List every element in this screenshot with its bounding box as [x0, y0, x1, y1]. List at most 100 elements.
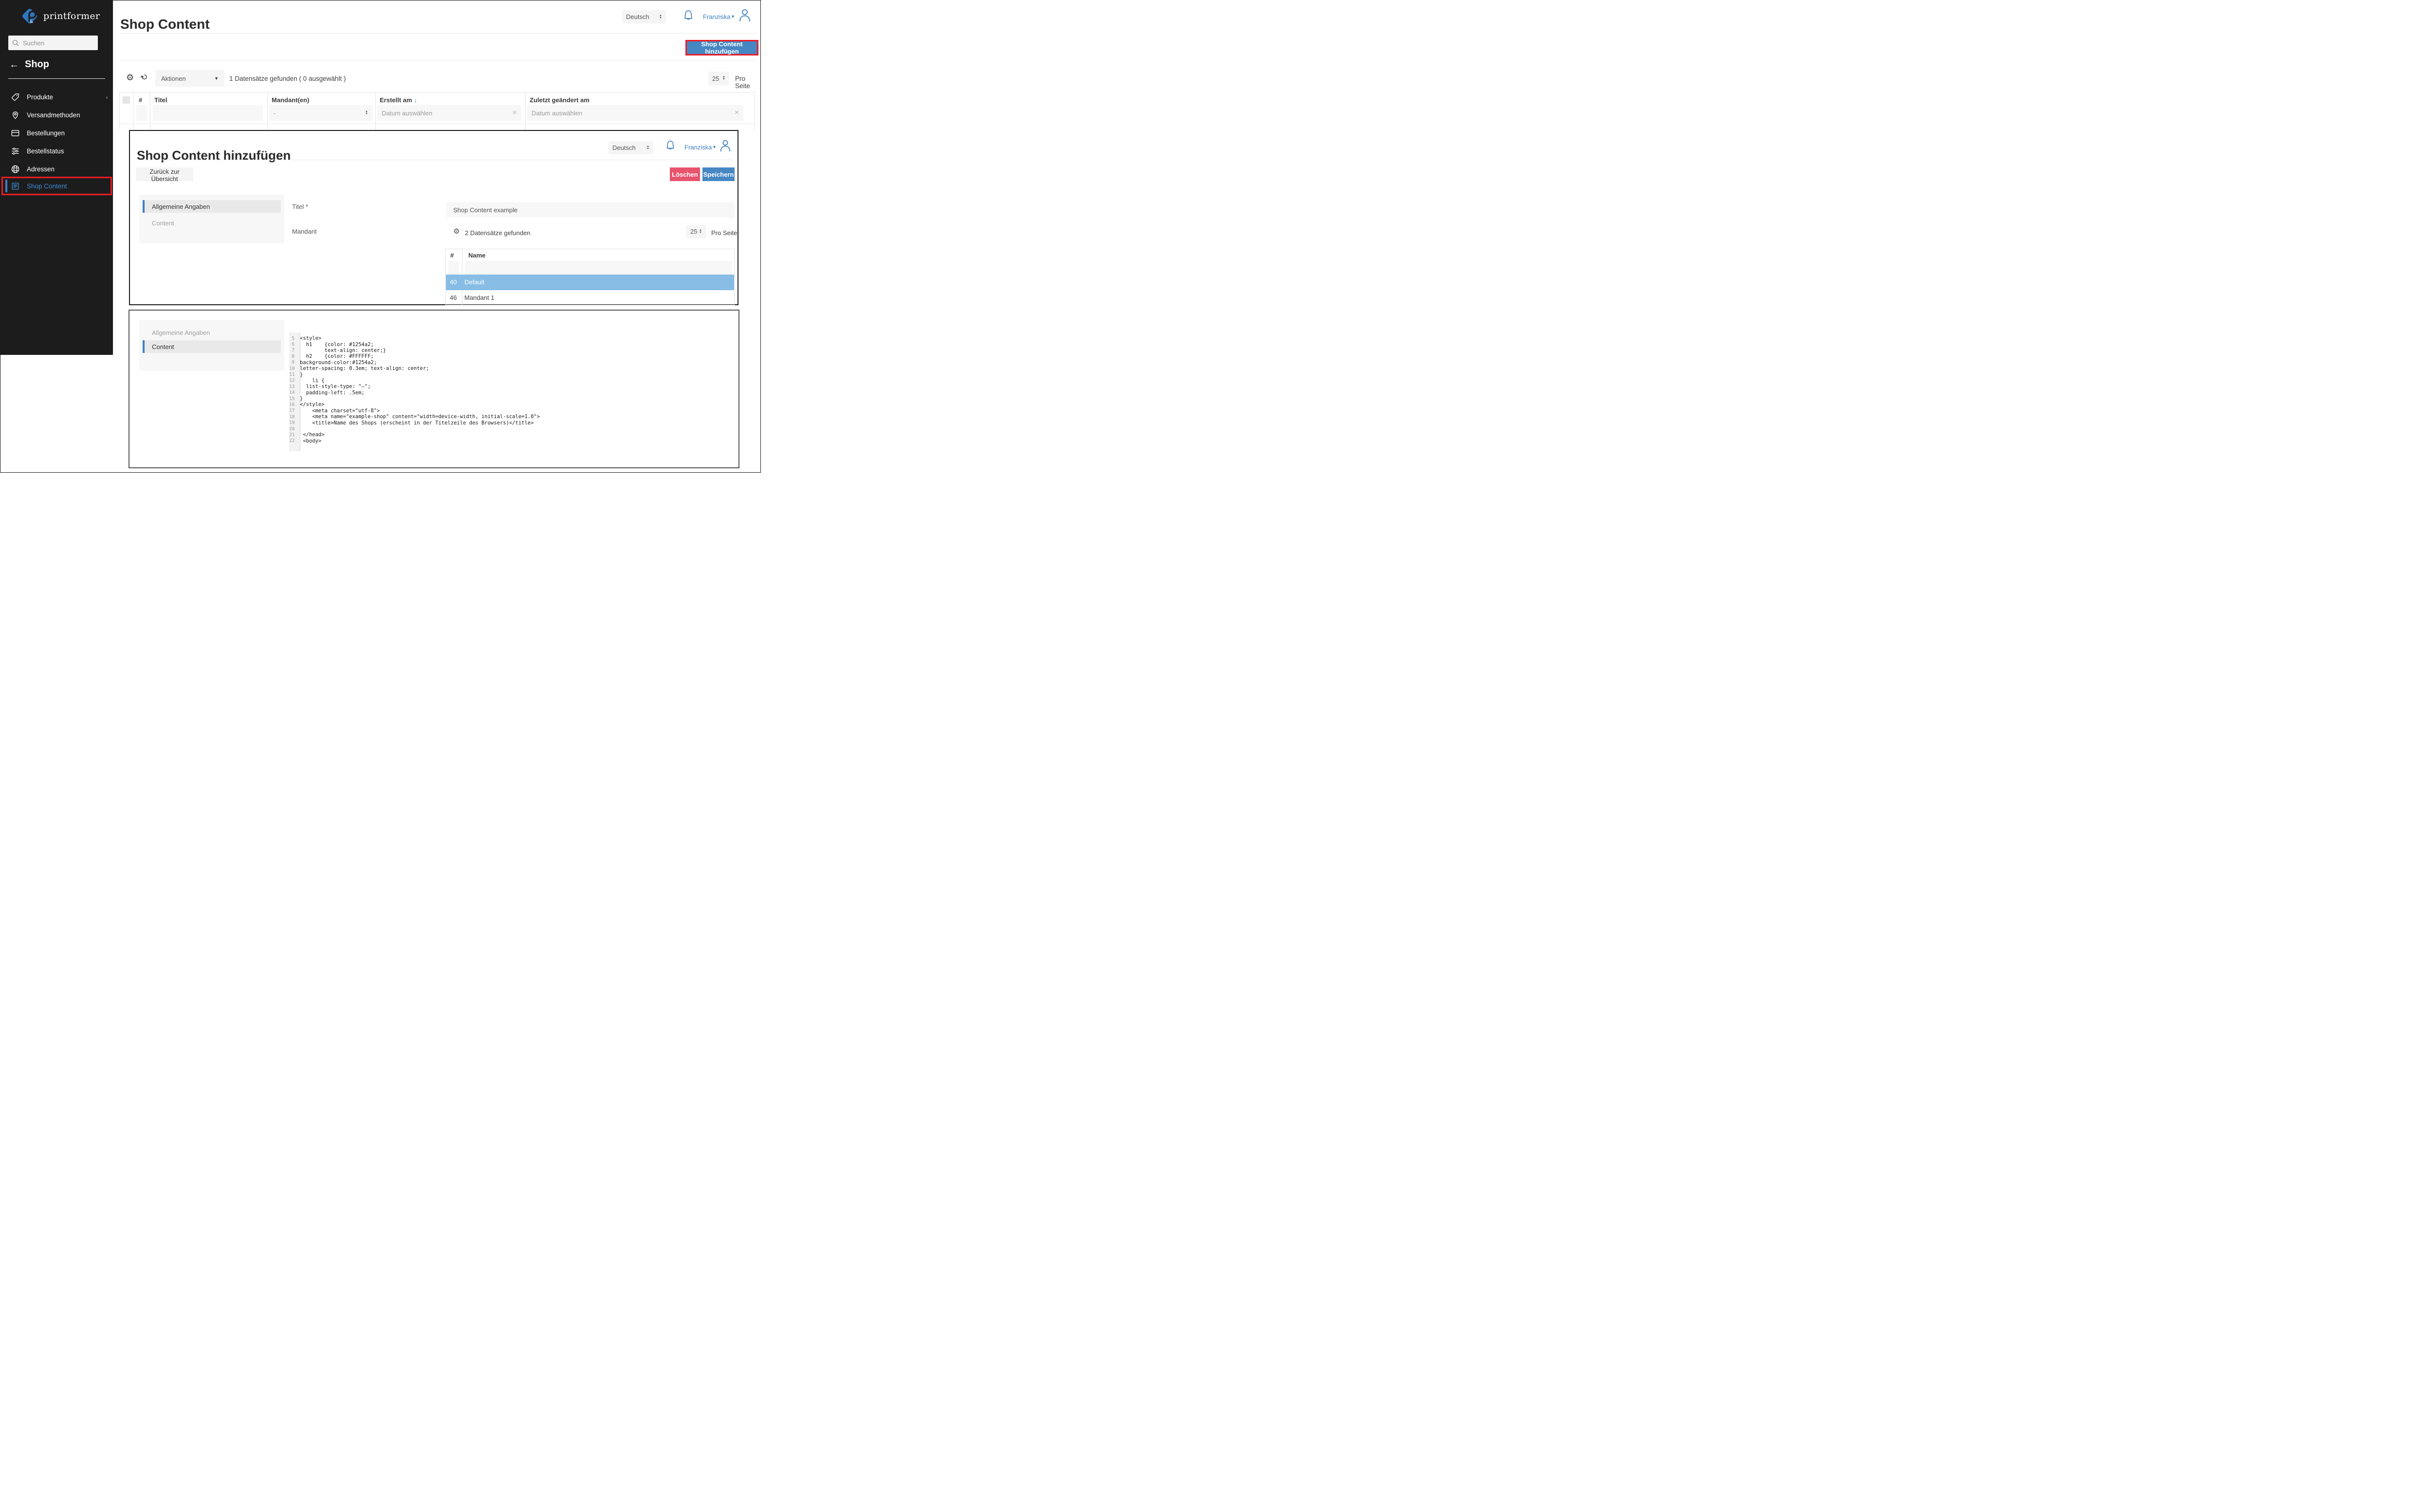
- column-header-name[interactable]: Name: [468, 252, 485, 259]
- titel-label: Titel *: [292, 203, 308, 210]
- language-value: Deutsch: [612, 144, 636, 151]
- code-line: 13 list-style-type: "—";: [289, 384, 371, 390]
- mandant-table: # Name 40 Default 46 Mandant 1: [445, 249, 735, 306]
- actions-dropdown[interactable]: Aktionen ▼: [155, 70, 224, 87]
- annotation-box-shop-content: [1, 177, 112, 195]
- dialog-tab-allgemeine-angaben[interactable]: Allgemeine Angaben: [143, 200, 281, 213]
- dialog-nav-panel: Allgemeine Angaben Content: [139, 195, 284, 243]
- printformer-logo-icon: [20, 6, 39, 26]
- language-value: Deutsch: [626, 13, 649, 20]
- sidebar-item-bestellungen[interactable]: Bestellungen: [0, 126, 113, 140]
- titel-input[interactable]: [446, 202, 735, 218]
- sidebar-back[interactable]: ← Shop: [9, 59, 49, 70]
- card-icon: [10, 128, 20, 138]
- dialog-language-select[interactable]: Deutsch ▲ ▼: [608, 141, 653, 154]
- language-select[interactable]: Deutsch ▲ ▼: [622, 10, 666, 23]
- delete-button[interactable]: Löschen: [670, 167, 700, 181]
- mandant-filter-select[interactable]: - ▲ ▼: [269, 105, 372, 121]
- user-name[interactable]: Franziska: [684, 144, 712, 151]
- back-arrow-icon: ←: [9, 59, 19, 70]
- row-name: Mandant 1: [464, 294, 495, 301]
- code-line: 22 <body>: [289, 438, 322, 444]
- column-header-mandant[interactable]: Mandant(en): [272, 96, 309, 104]
- id-filter-input[interactable]: [448, 261, 459, 275]
- clear-filter-icon[interactable]: ×: [735, 109, 739, 117]
- per-page-label: Pro Seite: [711, 229, 738, 237]
- active-tab-indicator: [143, 340, 145, 353]
- sidebar-item-versandmethoden[interactable]: Versandmethoden: [0, 108, 113, 122]
- user-caret-icon[interactable]: ▼: [712, 145, 717, 149]
- mandant-row-default[interactable]: 40 Default: [446, 275, 734, 290]
- clear-filter-icon[interactable]: ×: [513, 109, 517, 117]
- notifications-bell-icon[interactable]: [664, 140, 676, 152]
- code-line: 20: [289, 426, 295, 432]
- panel-tab-allgemeine-angaben[interactable]: Allgemeine Angaben: [143, 327, 281, 338]
- back-to-overview-button[interactable]: Zurück zur Übersicht: [136, 167, 193, 183]
- refresh-icon[interactable]: ↻: [139, 72, 150, 83]
- sidebar-item-label: Bestellstatus: [27, 147, 64, 155]
- code-line: 18 <meta name="example-shop" content="wi…: [289, 414, 540, 420]
- tag-icon: [10, 92, 20, 102]
- table-settings-gear-icon[interactable]: ⚙: [453, 227, 460, 236]
- page-size-select[interactable]: 25 ▲ ▼: [686, 225, 706, 238]
- column-header-geaendert[interactable]: Zuletzt geändert am: [530, 96, 590, 104]
- id-filter-input[interactable]: [136, 105, 147, 121]
- mandant-filter-value: -: [274, 109, 276, 117]
- mandant-row-mandant1[interactable]: 46 Mandant 1: [446, 290, 734, 306]
- save-button[interactable]: Speichern: [702, 167, 735, 181]
- globe-icon: [10, 164, 20, 174]
- dialog-tab-content[interactable]: Content: [143, 217, 281, 229]
- location-pin-icon: [10, 110, 20, 120]
- select-all-checkbox[interactable]: [123, 96, 130, 104]
- updown-arrows-icon: ▲ ▼: [659, 14, 662, 19]
- column-header-erstellt[interactable]: Erstellt am ↓: [380, 96, 417, 104]
- updown-arrows-icon: ▲ ▼: [646, 145, 649, 150]
- row-id: 46: [450, 294, 457, 301]
- panel-tab-content[interactable]: Content: [143, 340, 281, 353]
- page-size-select[interactable]: 25 ▲ ▼: [708, 72, 729, 85]
- column-divider: [375, 92, 376, 130]
- sidebar-item-label: Bestellungen: [27, 129, 65, 137]
- annotation-box-add-button: Shop Content hinzufügen: [685, 40, 758, 55]
- column-header-id[interactable]: #: [450, 252, 454, 259]
- sidebar-item-produkte[interactable]: Produkte ‹: [0, 90, 113, 104]
- per-page-label: Pro Seite: [735, 75, 750, 90]
- back-label: Shop: [25, 59, 49, 70]
- sidebar-item-label: Produkte: [27, 93, 54, 101]
- code-line: 12 li {: [289, 377, 325, 384]
- search-input[interactable]: [22, 38, 85, 47]
- name-filter-input[interactable]: [465, 261, 732, 275]
- tab-label: Content: [152, 219, 174, 227]
- logo[interactable]: printformer: [20, 6, 100, 26]
- user-name[interactable]: Franziska: [703, 13, 730, 20]
- updown-arrows-icon: ▲ ▼: [722, 75, 725, 81]
- titel-filter-input[interactable]: [153, 105, 263, 121]
- code-line: 10 letter-spacing: 0.3em; text-align: cen…: [289, 366, 429, 372]
- row-id: 40: [450, 278, 457, 286]
- erstellt-date-filter[interactable]: Datum auswählen ×: [377, 105, 521, 121]
- sort-descending-icon[interactable]: ↓: [414, 96, 417, 104]
- sidebar-divider: [8, 78, 105, 79]
- column-header-titel[interactable]: Titel: [154, 96, 167, 104]
- sidebar-item-bestellstatus[interactable]: Bestellstatus: [0, 144, 113, 158]
- user-avatar-icon[interactable]: [719, 138, 732, 153]
- user-caret-icon[interactable]: ▼: [731, 14, 735, 19]
- tab-label: Allgemeine Angaben: [152, 203, 210, 210]
- date-placeholder: Datum auswählen: [532, 109, 583, 117]
- sidebar-item-adressen[interactable]: Adressen: [0, 162, 113, 176]
- code-line: 9 background-color:#1254a2;: [292, 359, 377, 366]
- code-line: 14 padding-left: .5em;: [289, 389, 365, 396]
- mandant-label: Mandant: [292, 228, 317, 235]
- page-size-value: 25: [690, 228, 698, 235]
- table-settings-gear-icon[interactable]: ⚙: [126, 73, 134, 83]
- column-header-id[interactable]: #: [139, 96, 142, 104]
- code-editor[interactable]: 5 <style> 6 h1 {color: #1254a2; 7 text-al…: [289, 335, 540, 444]
- add-shop-content-button[interactable]: Shop Content hinzufügen: [687, 40, 757, 55]
- sidebar-search[interactable]: [8, 36, 98, 50]
- user-avatar-icon[interactable]: [738, 7, 752, 23]
- geaendert-date-filter[interactable]: Datum auswählen ×: [527, 105, 743, 121]
- notifications-bell-icon[interactable]: [682, 9, 695, 23]
- code-line: 17 <meta charset="utf-8">: [289, 407, 380, 414]
- chevron-left-icon[interactable]: ‹: [106, 93, 108, 101]
- tab-label: Allgemeine Angaben: [152, 329, 210, 336]
